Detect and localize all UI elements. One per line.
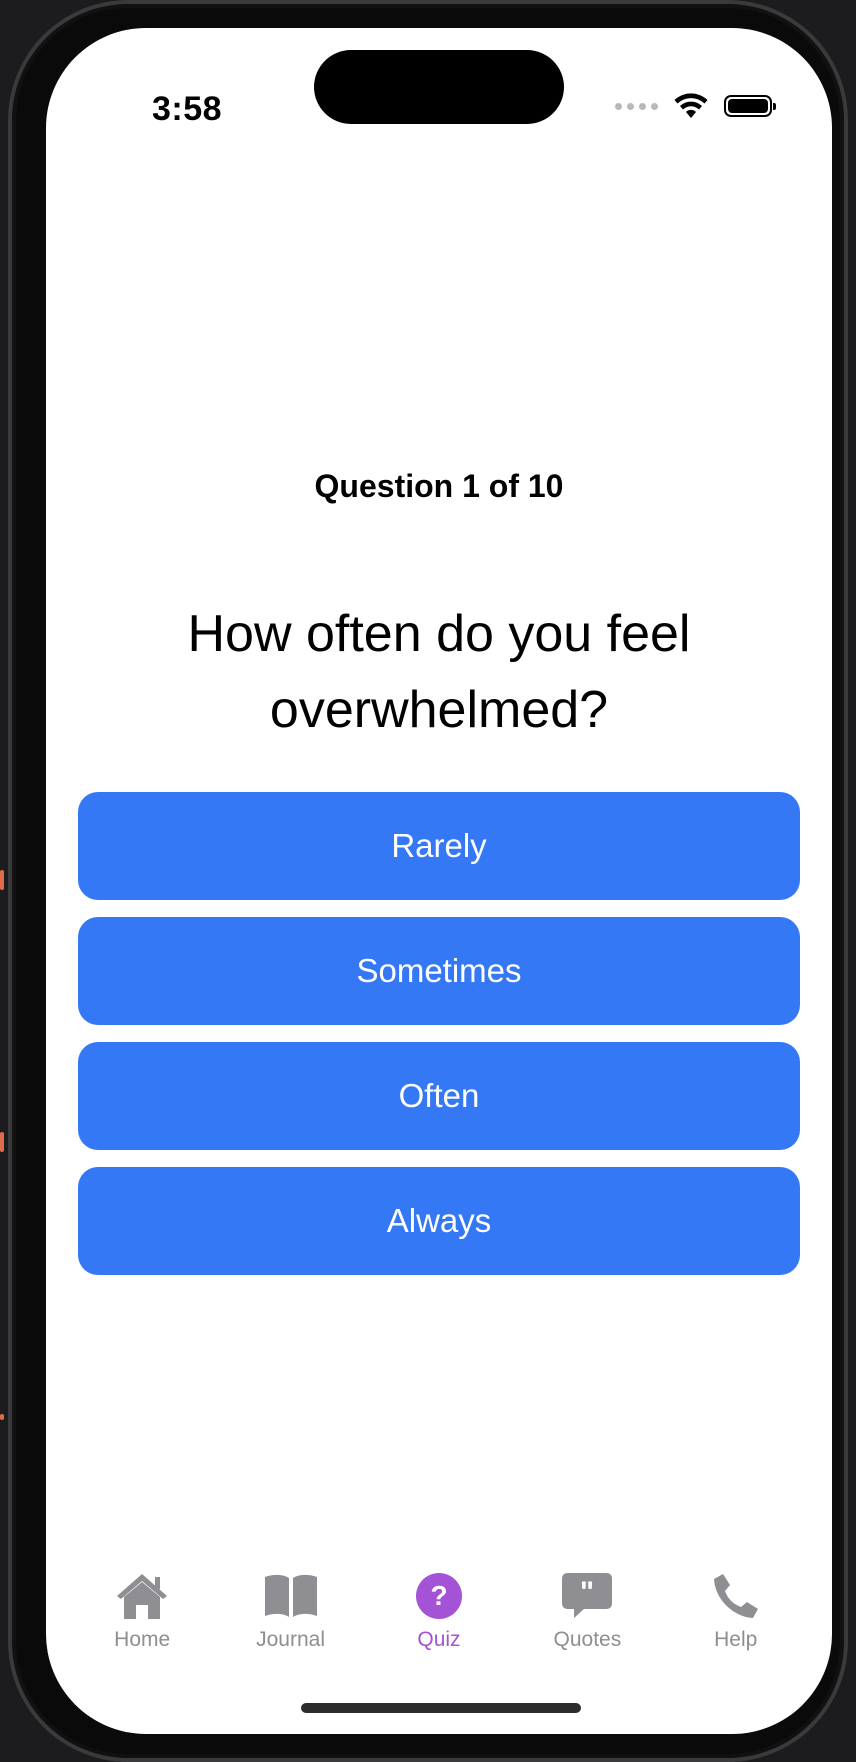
tab-bar: Home Journal ? Quiz " Quotes Help [46, 1568, 832, 1688]
house-icon [114, 1568, 170, 1624]
tab-quiz[interactable]: ? Quiz [379, 1568, 499, 1688]
tab-label: Home [114, 1628, 171, 1651]
tab-quotes[interactable]: " Quotes [527, 1568, 647, 1688]
phone-frame: 3:58 Question 1 of 10 How often do you f… [8, 0, 848, 1762]
home-indicator[interactable] [301, 1703, 581, 1713]
battery-icon [724, 95, 776, 117]
page: 3:58 Question 1 of 10 How often do you f… [0, 0, 856, 1762]
background-mark [0, 870, 4, 890]
phone-icon [708, 1568, 764, 1624]
status-indicators [615, 86, 776, 126]
answer-button-sometimes[interactable]: Sometimes [78, 917, 800, 1025]
dynamic-island [314, 50, 564, 124]
tab-journal[interactable]: Journal [231, 1568, 351, 1688]
tab-help[interactable]: Help [676, 1568, 796, 1688]
question-counter: Question 1 of 10 [314, 468, 564, 504]
svg-text:": " [580, 1576, 594, 1609]
book-icon [263, 1568, 319, 1624]
cellular-signal-icon [615, 102, 658, 110]
answer-list: Rarely Sometimes Often Always [78, 792, 800, 1275]
background-mark [0, 1132, 4, 1152]
tab-label: Quiz [417, 1628, 461, 1651]
question-circle-icon: ? [411, 1568, 467, 1624]
answer-button-often[interactable]: Often [78, 1042, 800, 1150]
question-text: How often do you feel overwhelmed? [187, 605, 691, 739]
tab-label: Quotes [553, 1628, 622, 1651]
answer-button-rarely[interactable]: Rarely [78, 792, 800, 900]
status-time: 3:58 [152, 90, 223, 128]
answer-button-always[interactable]: Always [78, 1167, 800, 1275]
quote-bubble-icon: " [559, 1568, 615, 1624]
screen: 3:58 Question 1 of 10 How often do you f… [46, 28, 832, 1734]
svg-text:?: ? [430, 1580, 447, 1611]
tab-label: Help [714, 1628, 758, 1651]
tab-home[interactable]: Home [82, 1568, 202, 1688]
wifi-icon [674, 93, 708, 118]
tab-label: Journal [256, 1628, 326, 1651]
background-mark [0, 1414, 4, 1420]
